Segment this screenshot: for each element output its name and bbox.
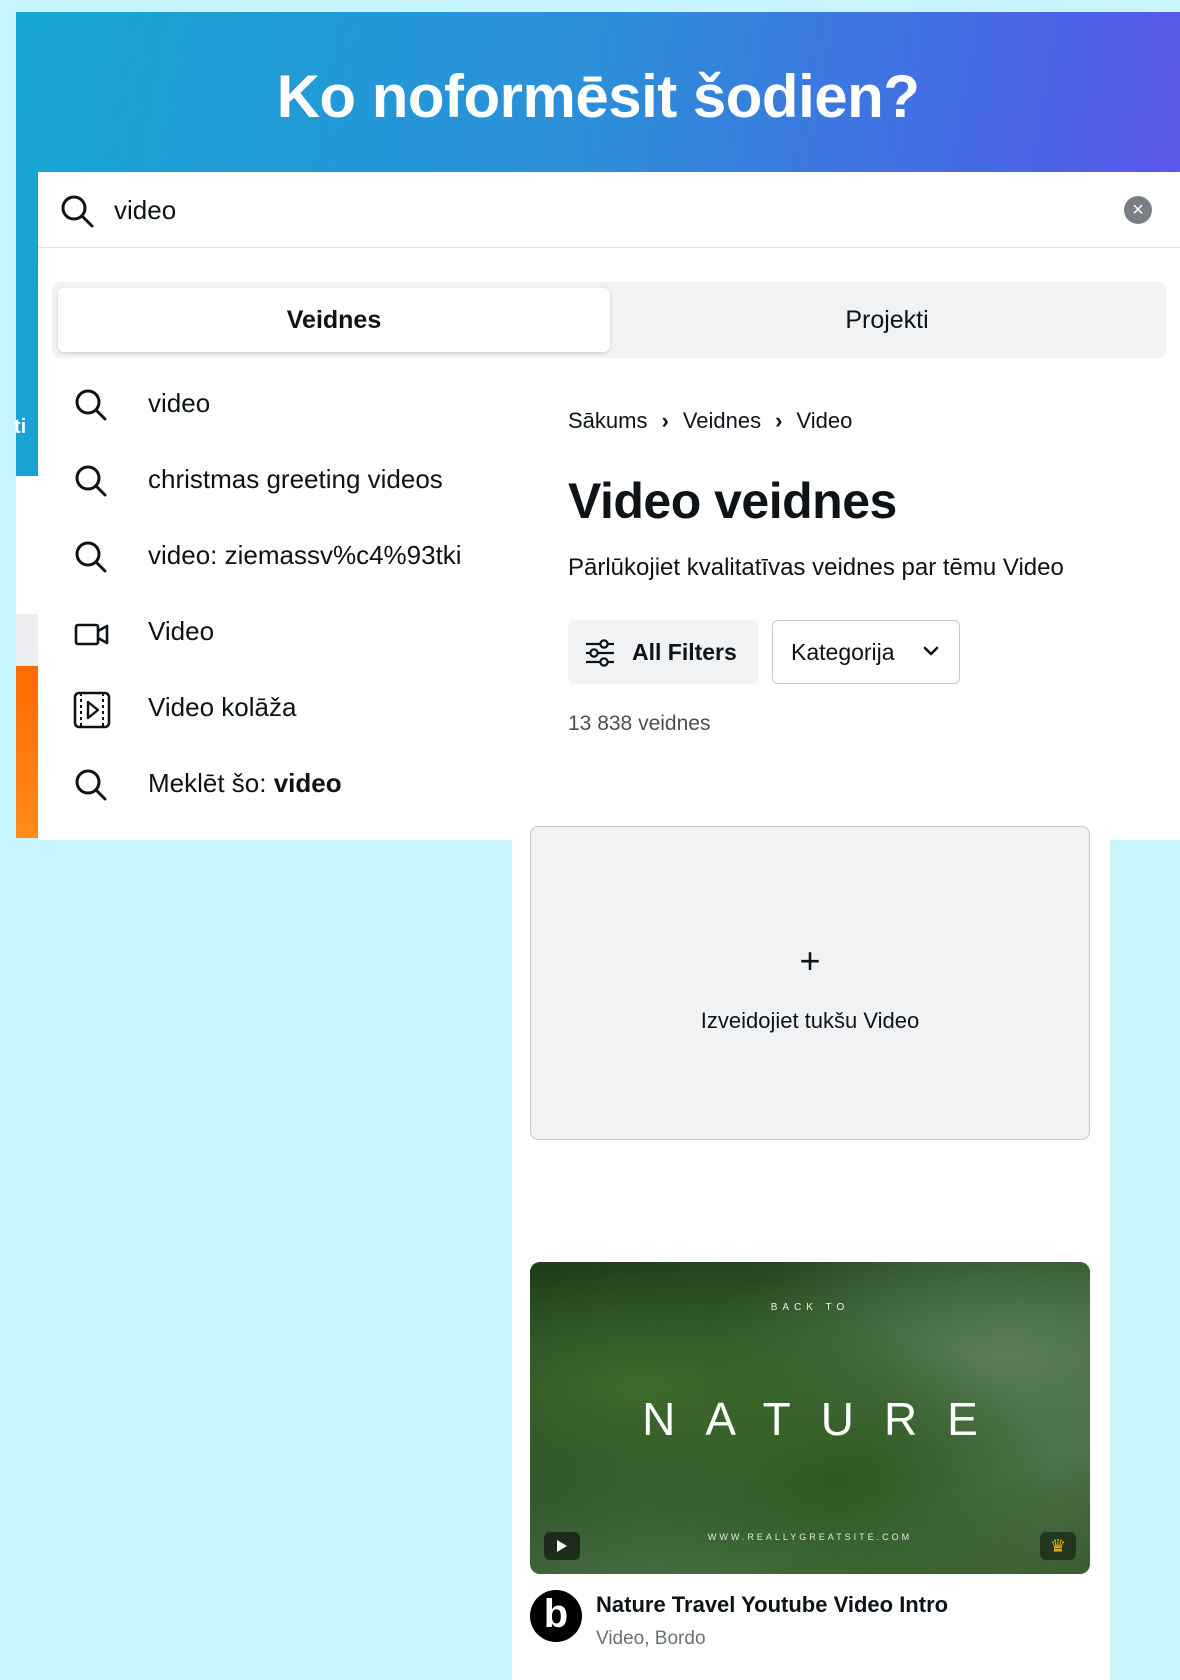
breadcrumb-item[interactable]: Sākums bbox=[568, 408, 647, 433]
search-icon bbox=[75, 465, 107, 497]
suggestion-label-prefix: Meklēt šo: bbox=[148, 768, 274, 798]
thumbnail-text-small: BACK TO bbox=[770, 1302, 850, 1313]
all-filters-label: All Filters bbox=[632, 639, 737, 665]
sidebar-partial-label: ti bbox=[14, 416, 27, 438]
suggestion-item[interactable]: christmas greeting videos bbox=[38, 444, 508, 520]
suggestion-label: video bbox=[148, 388, 211, 418]
suggestion-item[interactable]: video bbox=[38, 368, 508, 444]
suggestion-label: Video bbox=[148, 616, 215, 646]
clear-search-icon[interactable]: × bbox=[1124, 196, 1152, 224]
crown-icon: ♛ bbox=[1040, 1532, 1076, 1560]
video-collage-icon bbox=[73, 691, 111, 729]
thumbnail-text-big: NATURE bbox=[642, 1393, 1008, 1445]
suggestion-item-search-this[interactable]: Meklēt šo: video bbox=[38, 748, 508, 824]
search-tabs: Veidnes Projekti bbox=[52, 282, 1166, 358]
suggestion-label: christmas greeting videos bbox=[148, 464, 443, 494]
suggestion-label: Video kolāža bbox=[148, 692, 297, 722]
search-dropdown-panel: × Veidnes Projekti video christmas greet… bbox=[38, 172, 1180, 840]
plus-icon: + bbox=[799, 940, 821, 981]
creator-avatar[interactable]: b bbox=[530, 1590, 582, 1642]
search-icon bbox=[75, 389, 107, 421]
sidebar-partial-divider bbox=[16, 614, 40, 666]
filters-icon bbox=[586, 639, 614, 667]
video-camera-icon bbox=[74, 623, 109, 646]
chevron-down-icon bbox=[923, 646, 939, 656]
create-blank-label: Izveidojiet tukšu Video bbox=[700, 1008, 920, 1033]
banner-title: Ko noformēsit šodien? bbox=[276, 63, 920, 130]
search-icon bbox=[61, 195, 94, 228]
suggestion-item[interactable]: Video kolāža bbox=[38, 672, 508, 748]
search-icon bbox=[75, 769, 107, 801]
breadcrumb-item[interactable]: Veidnes bbox=[683, 408, 761, 433]
template-title[interactable]: Nature Travel Youtube Video Intro bbox=[596, 1592, 948, 1618]
suggestion-label-query: video bbox=[273, 768, 342, 798]
tab-veidnes[interactable]: Veidnes bbox=[58, 288, 610, 352]
page-subtitle: Pārlūkojiet kvalitatīvas veidnes par tēm… bbox=[568, 554, 1064, 581]
breadcrumb-separator: › bbox=[661, 408, 669, 433]
category-dropdown[interactable]: Kategorija bbox=[772, 620, 960, 684]
breadcrumb-item[interactable]: Video bbox=[796, 408, 852, 433]
template-results-column: + Izveidojiet tukšu Video BACK TO NATURE… bbox=[512, 838, 1110, 1680]
breadcrumb-separator: › bbox=[775, 408, 783, 433]
thumbnail-text-url: WWW.REALLYGREATSITE.COM bbox=[707, 1532, 913, 1542]
template-meta: Video, Bordo bbox=[596, 1628, 706, 1649]
sidebar-partial bbox=[16, 476, 40, 616]
create-blank-video-card[interactable]: + Izveidojiet tukšu Video bbox=[530, 838, 1090, 1140]
background-card-partial bbox=[16, 666, 40, 838]
suggestion-label: Meklēt šo: video bbox=[148, 768, 342, 799]
search-input[interactable] bbox=[114, 190, 1014, 230]
play-icon[interactable] bbox=[544, 1532, 580, 1560]
search-icon bbox=[75, 541, 107, 573]
tab-projekti[interactable]: Projekti bbox=[614, 288, 1160, 352]
template-thumbnail[interactable]: BACK TO NATURE WWW.REALLYGREATSITE.COM ♛ bbox=[530, 1262, 1090, 1574]
suggestion-item[interactable]: Video bbox=[38, 596, 508, 672]
search-bar: × bbox=[38, 172, 1180, 248]
suggestion-label: video: ziemassv%c4%93tki bbox=[148, 540, 462, 570]
suggestion-item[interactable]: video: ziemassv%c4%93tki bbox=[38, 520, 508, 596]
category-label: Kategorija bbox=[791, 639, 895, 665]
all-filters-button[interactable]: All Filters bbox=[568, 620, 758, 684]
page-title: Video veidnes bbox=[568, 473, 897, 529]
template-count: 13 838 veidnes bbox=[568, 712, 711, 735]
breadcrumb: Sākums › Veidnes › Video bbox=[568, 408, 852, 434]
